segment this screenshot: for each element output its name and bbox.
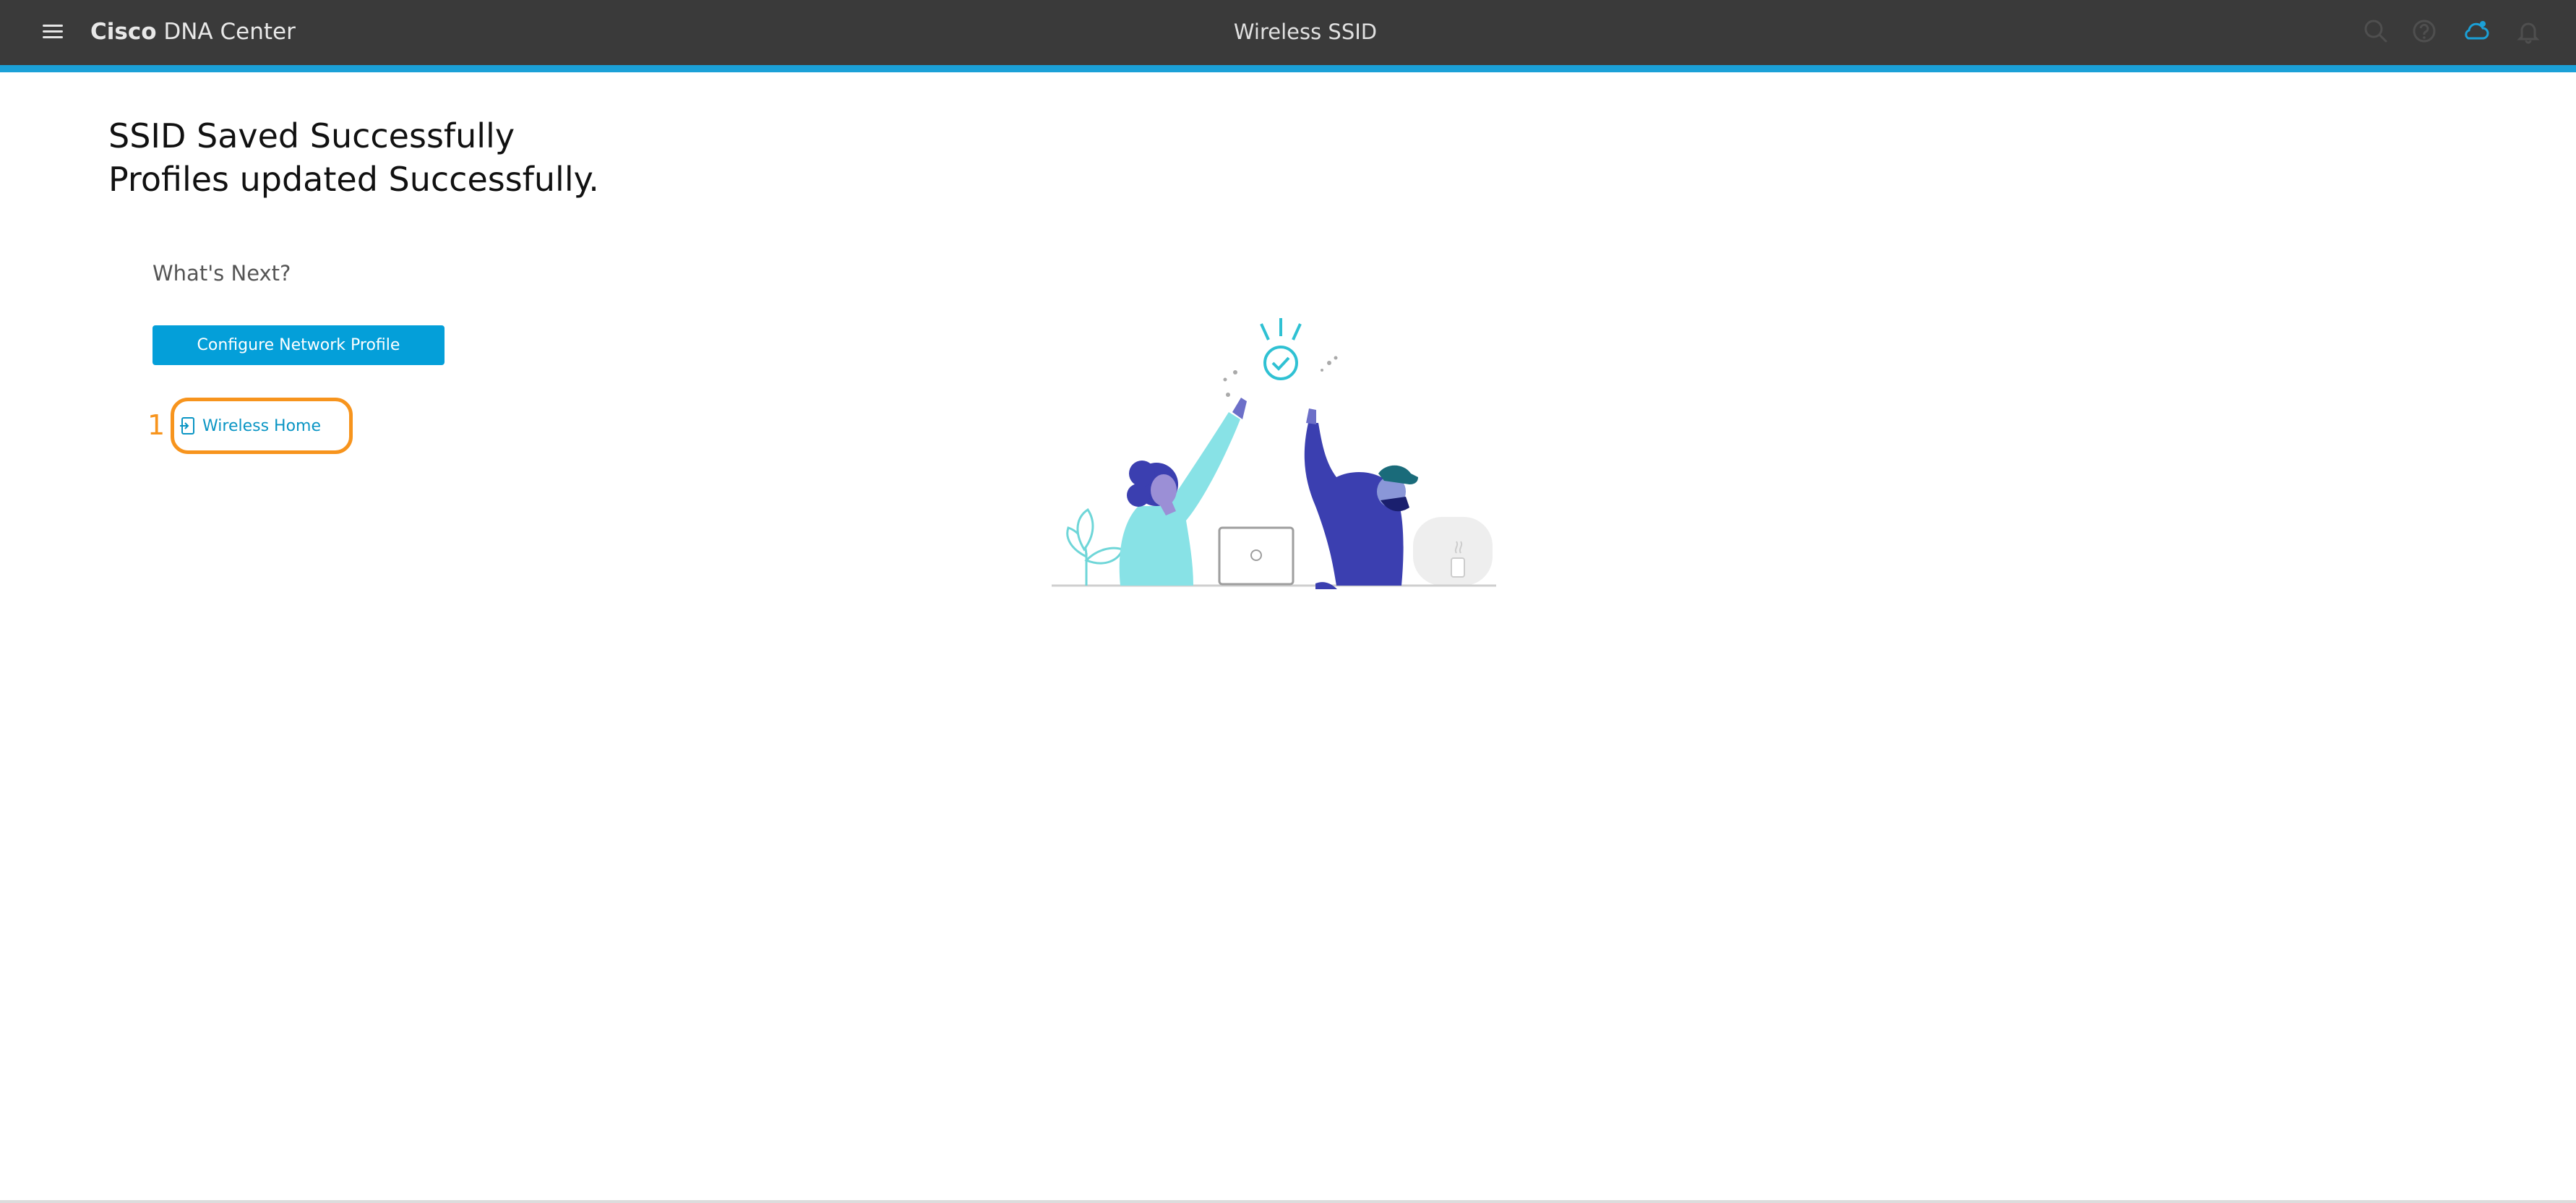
bell-icon[interactable] [2513, 16, 2543, 46]
callout-step-number: 1 [147, 409, 166, 441]
cloud-notification-icon[interactable] [2460, 16, 2491, 46]
menu-icon[interactable] [40, 22, 69, 43]
configure-network-profile-button[interactable]: Configure Network Profile [153, 325, 445, 365]
top-header: Cisco DNA Center Wireless SSID [0, 0, 2576, 65]
search-icon[interactable] [2361, 16, 2391, 46]
navigate-icon [179, 416, 197, 435]
header-accent-bar [0, 65, 2576, 72]
wireless-home-link[interactable]: Wireless Home [179, 413, 321, 439]
wireless-home-label: Wireless Home [202, 416, 322, 435]
high-five-illustration [1052, 311, 1496, 593]
profiles-updated-heading: Profiles updated Successfully. [108, 160, 599, 199]
whats-next-label: What's Next? [153, 261, 291, 286]
success-heading: SSID Saved Successfully [108, 116, 515, 155]
app-brand[interactable]: Cisco DNA Center [90, 16, 296, 48]
bottom-border [0, 1200, 2576, 1203]
brand-cisco: Cisco [90, 19, 157, 45]
page-title: Wireless SSID [1233, 20, 1378, 44]
help-icon[interactable] [2409, 16, 2439, 46]
brand-product: DNA Center [163, 19, 296, 45]
